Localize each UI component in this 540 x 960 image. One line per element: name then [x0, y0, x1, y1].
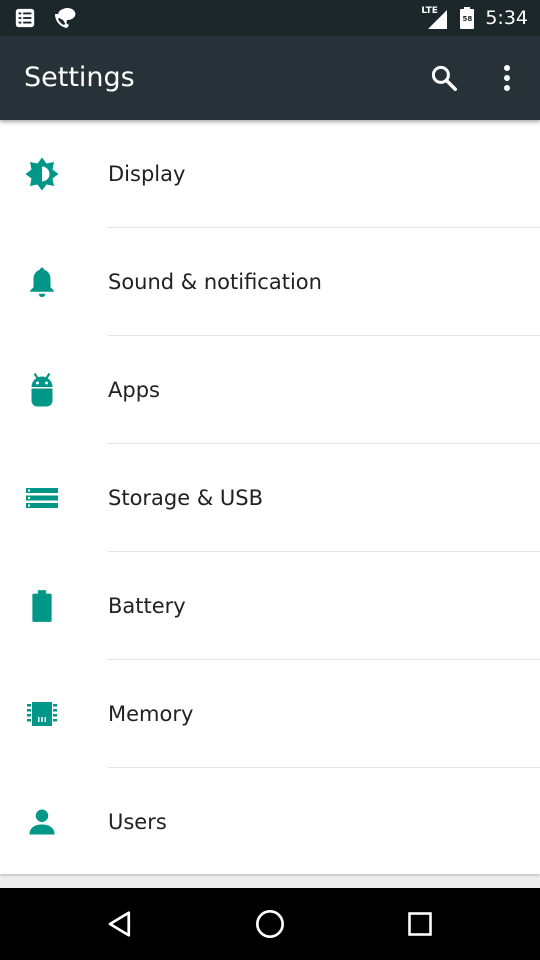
- notification-list-icon: [14, 7, 36, 33]
- settings-list: Display Sound & notification Apps Storag…: [0, 120, 540, 874]
- battery-level: 58: [462, 15, 473, 23]
- settings-item-label: Display: [108, 162, 186, 186]
- home-icon: [256, 910, 284, 938]
- back-button[interactable]: [98, 902, 142, 946]
- settings-item-users[interactable]: Users: [0, 768, 540, 876]
- settings-item-apps[interactable]: Apps: [0, 336, 540, 444]
- back-icon: [108, 911, 131, 937]
- settings-item-label: Storage & USB: [108, 486, 263, 510]
- settings-item-label: Users: [108, 810, 167, 834]
- more-options-button[interactable]: [492, 60, 522, 96]
- home-button[interactable]: [248, 902, 292, 946]
- settings-item-memory[interactable]: Memory: [0, 660, 540, 768]
- page-title: Settings: [24, 62, 135, 93]
- settings-item-battery[interactable]: Battery: [0, 552, 540, 660]
- search-button[interactable]: [426, 60, 462, 96]
- settings-item-label: Sound & notification: [108, 270, 322, 294]
- search-icon: [431, 65, 457, 91]
- battery-status-icon: 58: [459, 6, 475, 30]
- status-clock: 5:34: [485, 7, 528, 29]
- more-vert-icon: [504, 65, 510, 91]
- person-icon: [22, 802, 62, 842]
- storage-icon: [22, 478, 62, 518]
- status-bar: LTE 58 5:34: [0, 0, 540, 36]
- memory-chip-icon: [22, 694, 62, 734]
- settings-item-display[interactable]: Display: [0, 120, 540, 228]
- battery-icon: [22, 586, 62, 626]
- signal-icon: LTE: [421, 6, 449, 30]
- android-icon: [22, 370, 62, 410]
- settings-item-storage-usb[interactable]: Storage & USB: [0, 444, 540, 552]
- recents-icon: [408, 912, 432, 936]
- app-bar: Settings: [0, 36, 540, 120]
- settings-item-sound-notification[interactable]: Sound & notification: [0, 228, 540, 336]
- recents-button[interactable]: [398, 902, 442, 946]
- settings-item-label: Memory: [108, 702, 194, 726]
- settings-item-label: Apps: [108, 378, 160, 402]
- brightness-icon: [22, 154, 62, 194]
- settings-item-label: Battery: [108, 594, 186, 618]
- wifi-calling-icon: [52, 6, 78, 34]
- bell-icon: [22, 262, 62, 302]
- navigation-bar: [0, 888, 540, 960]
